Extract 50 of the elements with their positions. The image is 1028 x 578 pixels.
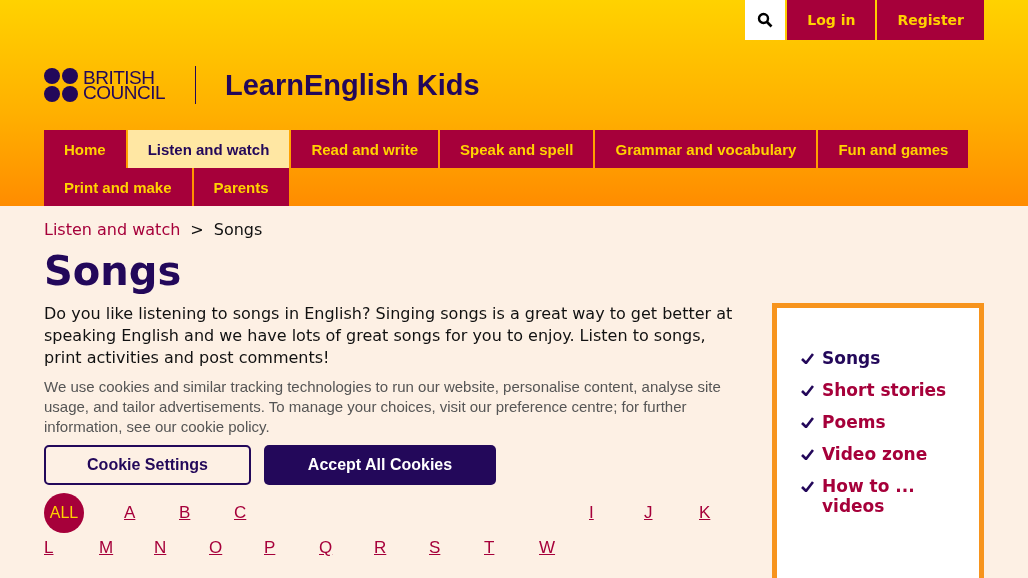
logo-text: BRITISH COUNCIL <box>83 70 165 100</box>
letter-link[interactable]: L <box>44 538 54 558</box>
cookie-settings-button[interactable]: Cookie Settings <box>44 445 251 485</box>
nav-tab[interactable]: Speak and spell <box>440 130 594 168</box>
register-button[interactable]: Register <box>877 0 984 40</box>
letter-link[interactable]: M <box>99 538 114 558</box>
letter-link[interactable]: N <box>154 538 167 558</box>
letter-link[interactable]: W <box>539 538 556 558</box>
letter-link[interactable]: B <box>179 503 191 523</box>
sidebar-link[interactable]: How to ... videos <box>822 476 972 516</box>
all-letters-link[interactable]: ALL <box>44 493 84 533</box>
check-icon <box>801 417 814 428</box>
nav-tab[interactable]: Home <box>44 130 126 168</box>
letter-link[interactable]: Q <box>319 538 333 558</box>
search-button[interactable] <box>745 0 786 40</box>
page-heading: Songs <box>44 247 183 295</box>
letter-link[interactable]: R <box>374 538 387 558</box>
check-icon <box>801 385 814 396</box>
letter-link[interactable]: C <box>234 503 247 523</box>
letter-link[interactable]: I <box>589 503 594 523</box>
letter-link[interactable]: J <box>644 503 653 523</box>
check-icon <box>801 353 814 364</box>
letter-link[interactable]: T <box>484 538 495 558</box>
search-icon <box>757 12 774 28</box>
nav-tab[interactable]: Grammar and vocabulary <box>595 130 817 168</box>
intro-paragraph: Do you like listening to songs in English? Singing songs is a great way to get better at speaking English and we have lots of great songs for you to enjoy. Listen to songs, print activities and post comments! <box>44 303 734 369</box>
nav-tab[interactable]: Listen and watch <box>127 130 290 168</box>
nav-tab[interactable]: Print and make <box>44 168 192 206</box>
letter-link[interactable]: S <box>429 538 441 558</box>
sidebar-link[interactable]: Short stories <box>822 380 972 400</box>
login-button[interactable]: Log in <box>787 0 876 40</box>
accept-cookies-button[interactable]: Accept All Cookies <box>264 445 496 485</box>
sidebar-link[interactable]: Poems <box>822 412 972 432</box>
cookie-notice-text: We use cookies and similar tracking technologies to run our website, personalise content, analyse site usage, and tailor advertisements. To manage your choices, visit our preference centre; for further information, see our cookie policy. <box>44 377 722 437</box>
letter-link[interactable]: K <box>699 503 711 523</box>
breadcrumb-separator: > <box>190 220 204 239</box>
site-title: LearnEnglish Kids <box>225 68 480 102</box>
check-icon <box>801 481 814 492</box>
nav-tab[interactable]: Parents <box>193 168 289 206</box>
sidebar-link[interactable]: Songs <box>822 348 972 368</box>
letter-link[interactable]: O <box>209 538 223 558</box>
logo-dots-icon <box>44 68 78 102</box>
nav-tab[interactable]: Read and write <box>291 130 439 168</box>
breadcrumb-current: Songs <box>213 220 263 239</box>
letter-link[interactable]: P <box>264 538 276 558</box>
sidebar-link[interactable]: Video zone <box>822 444 972 464</box>
letter-link[interactable]: A <box>124 503 136 523</box>
nav-tab[interactable]: Fun and games <box>818 130 969 168</box>
breadcrumb-link[interactable]: Listen and watch <box>44 220 181 239</box>
check-icon <box>801 449 814 460</box>
